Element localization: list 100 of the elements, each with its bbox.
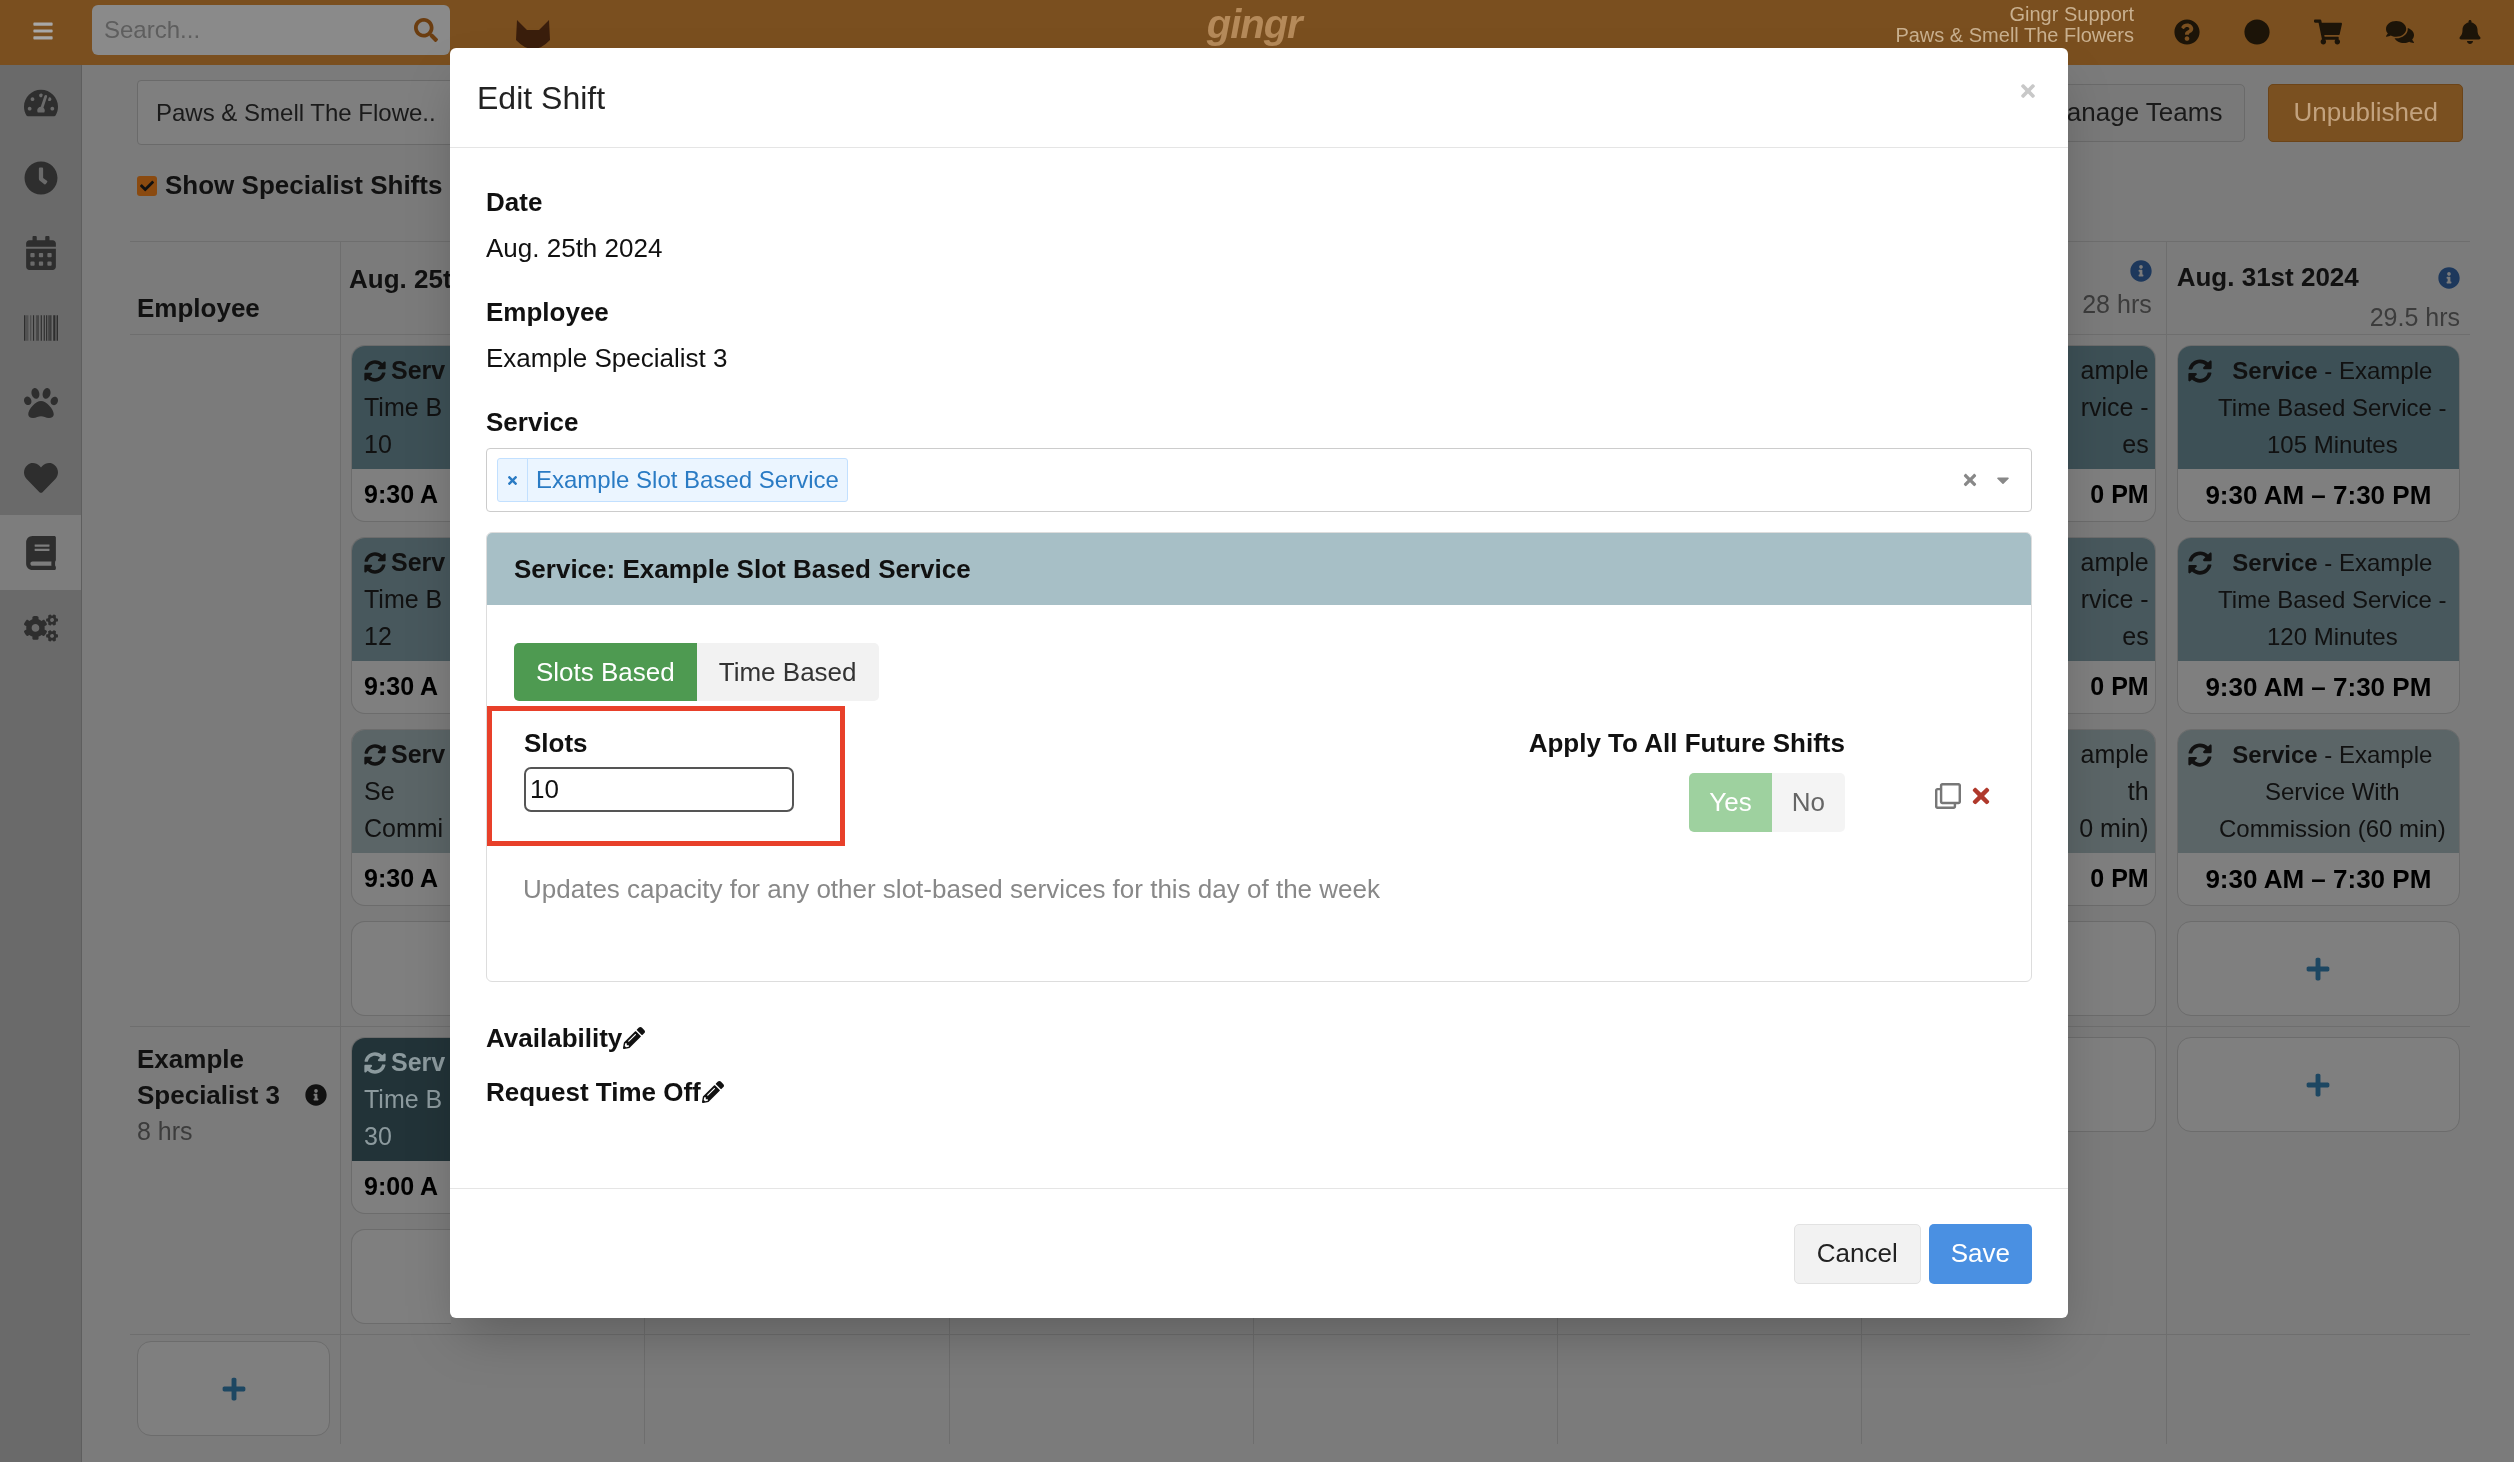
service-text: Se xyxy=(364,776,395,807)
sync-icon xyxy=(364,1051,386,1074)
shift-card[interactable]: Serv Se Commi 9:30 A xyxy=(351,729,451,906)
field-value: Example Specialist 3 xyxy=(486,342,729,375)
shift-time: 0 PM xyxy=(2090,863,2149,895)
sync-icon xyxy=(364,743,386,766)
shift-card[interactable]: Serv Time B 30 9:00 A xyxy=(351,1037,451,1214)
info-icon[interactable] xyxy=(305,1084,327,1106)
shift-time: 9:30 AM – 7:30 PM xyxy=(2205,862,2432,896)
mode-tab[interactable]: Time Based xyxy=(696,643,879,701)
field-value: Aug. 25th 2024 xyxy=(486,232,664,265)
service-text: Time B xyxy=(364,584,443,615)
service-text: rvice - xyxy=(2080,392,2149,423)
select-value: Paws & Smell The Flowe.. xyxy=(156,97,436,128)
field-label: Employee xyxy=(486,296,610,329)
book-icon xyxy=(23,535,58,570)
save-button[interactable]: Save xyxy=(1928,1223,2032,1284)
field-label: Service xyxy=(486,406,580,439)
day-header: Aug. 25t xyxy=(349,264,452,294)
tag-label: Example Slot Based Service xyxy=(535,465,840,495)
cancel-button[interactable]: Cancel xyxy=(1793,1223,1921,1284)
service-text: Time B xyxy=(364,1084,443,1115)
pencil-icon xyxy=(623,1027,646,1049)
service-text: ample xyxy=(2080,355,2149,386)
service-text: th xyxy=(2127,776,2149,807)
service-text: Serv xyxy=(391,1047,446,1078)
sync-icon xyxy=(2187,551,2212,575)
service-text: rvice - xyxy=(2080,584,2149,615)
shift-card[interactable]: Service - Example Time Based Service - 120 Minutes 9:30 AM – 7:30 PM xyxy=(2176,537,2460,714)
info-icon[interactable] xyxy=(2129,260,2152,282)
shift-card[interactable]: Service - Example Time Based Service - 105 Minutes 9:30 AM – 7:30 PM xyxy=(2176,345,2460,522)
sync-icon xyxy=(364,551,386,574)
info-icon[interactable] xyxy=(2438,266,2460,289)
day-hours: 29.5 hrs xyxy=(2369,302,2460,333)
cart-icon[interactable] xyxy=(2314,18,2342,46)
employee-hours: 8 hrs xyxy=(137,1116,194,1147)
shift-time: 0 PM xyxy=(2090,479,2149,511)
shift-time: 9:30 A xyxy=(364,863,439,895)
service-text: Serv xyxy=(391,547,446,578)
shift-time: 9:30 AM – 7:30 PM xyxy=(2205,670,2432,704)
remove-icon[interactable] xyxy=(506,473,519,487)
calendar-icon xyxy=(23,235,58,270)
service-text: ample xyxy=(2080,739,2149,770)
pencil-icon xyxy=(701,1081,724,1103)
checkbox[interactable] xyxy=(137,175,157,196)
plus-icon xyxy=(220,1375,247,1402)
plus-icon xyxy=(2305,1071,2332,1098)
heart-icon xyxy=(23,460,58,495)
menu-icon[interactable] xyxy=(32,20,54,42)
paw-icon xyxy=(23,385,58,420)
shift-card[interactable]: Serv Time B 10 9:30 A xyxy=(351,345,451,522)
service-text: Service - Example Service With Commission (60 min) xyxy=(2218,740,2447,844)
shift-time: 9:30 A xyxy=(364,479,439,511)
chat-icon[interactable] xyxy=(2386,18,2414,46)
field-label: Apply To All Future Shifts xyxy=(1528,727,1845,760)
day-header: Aug. 31st 2024 xyxy=(2176,261,2359,294)
shift-card[interactable]: ample th 0 min) 0 PM xyxy=(2067,729,2156,906)
panel-title: Service: Example Slot Based Service xyxy=(514,552,971,586)
shift-card[interactable]: Serv Time B 12 9:30 A xyxy=(351,537,451,714)
avatar-icon[interactable] xyxy=(2244,19,2270,45)
service-text: Serv xyxy=(391,355,446,386)
shift-card[interactable]: ample rvice - es 0 PM xyxy=(2067,345,2156,522)
help-text: Updates capacity for any other slot-based services for this day of the week xyxy=(522,873,1381,906)
sidebar-item[interactable] xyxy=(0,515,81,590)
clear-icon[interactable] xyxy=(1961,471,1979,489)
check-icon xyxy=(140,178,154,193)
edit-link[interactable]: Availability xyxy=(486,1020,646,1056)
service-text: 30 xyxy=(364,1121,392,1152)
sync-icon xyxy=(2187,359,2212,383)
toggle-option[interactable]: No xyxy=(1771,773,1845,832)
user-location: Paws & Smell The Flowers xyxy=(1895,25,2134,46)
service-text: Service - Example Time Based Service - 105 Minutes xyxy=(2217,356,2448,460)
mode-tab[interactable]: Slots Based xyxy=(514,643,697,701)
checkbox-label: Show Specialist Shifts xyxy=(165,169,443,202)
shift-card[interactable]: Service - Example Service With Commission (60 min) 9:30 AM – 7:30 PM xyxy=(2176,729,2460,906)
sync-icon xyxy=(364,359,386,382)
clock-icon xyxy=(23,160,58,195)
help-icon[interactable] xyxy=(2174,19,2200,45)
service-text: 12 xyxy=(364,621,392,652)
service-text: Time B xyxy=(364,392,443,423)
column-header: Employee xyxy=(137,292,260,325)
employee-name: Example Specialist 3 xyxy=(137,1043,282,1112)
plus-icon xyxy=(2305,955,2332,982)
slots-input[interactable]: 10 xyxy=(524,767,794,812)
service-text: 0 min) xyxy=(2079,813,2149,844)
service-text: 10 xyxy=(364,429,392,460)
search-icon[interactable] xyxy=(414,18,438,42)
field-label: Date xyxy=(486,186,544,219)
shift-time: 9:00 A xyxy=(364,1171,439,1203)
bell-icon[interactable] xyxy=(2458,20,2482,44)
service-text: Serv xyxy=(391,739,446,770)
service-text: es xyxy=(2122,621,2149,652)
edit-link[interactable]: Request Time Off xyxy=(486,1074,724,1110)
service-select[interactable]: Example Slot Based Service xyxy=(486,448,2032,512)
service-text: Service - Example Time Based Service - 120 Minutes xyxy=(2217,548,2448,652)
day-hours: 28 hrs xyxy=(2082,289,2152,320)
field-label: Slots xyxy=(524,727,589,760)
status-button[interactable]: Unpublished xyxy=(2268,83,2463,142)
shift-card[interactable]: ample rvice - es 0 PM xyxy=(2067,537,2156,714)
copy-icon[interactable] xyxy=(1935,783,1961,809)
